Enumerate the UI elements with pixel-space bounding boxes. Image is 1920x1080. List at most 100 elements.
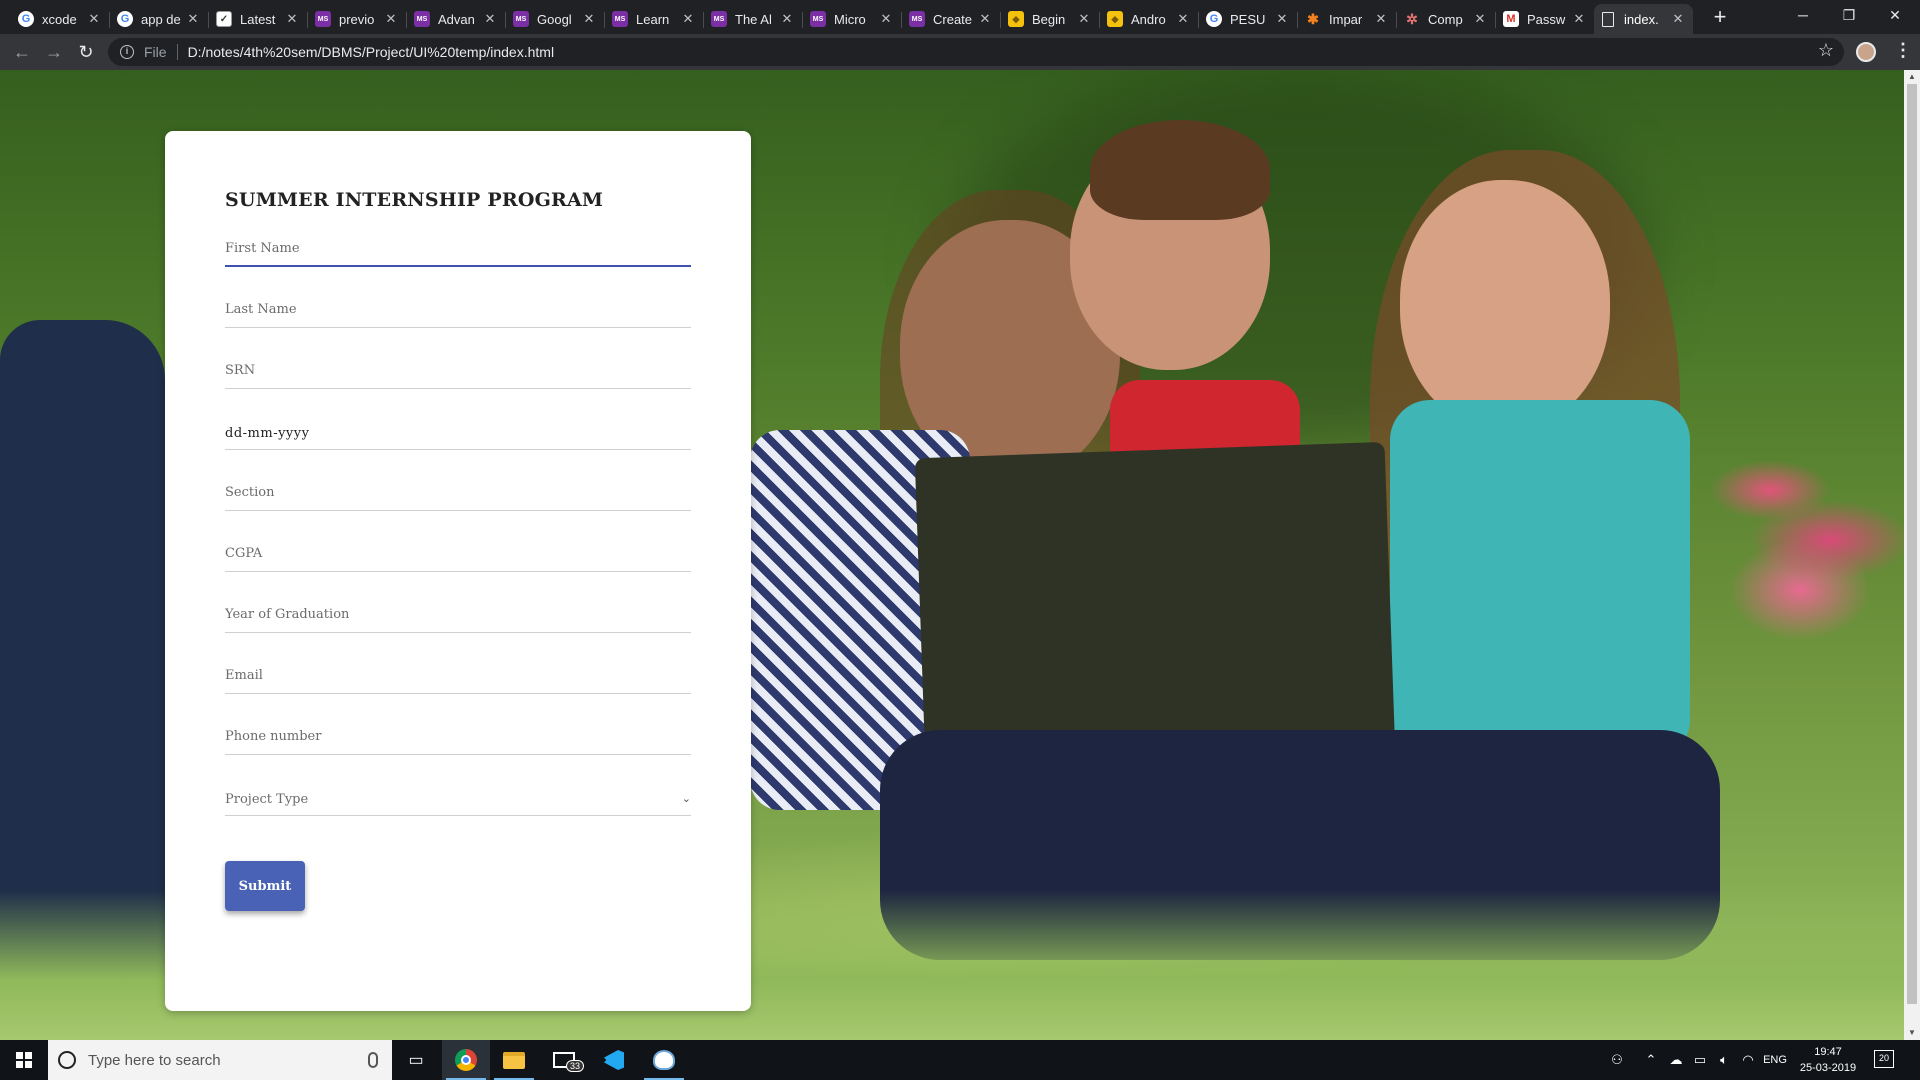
browser-tab[interactable]: Gxcode ✕ xyxy=(10,4,109,34)
clock-date: 25-03-2019 xyxy=(1799,1062,1857,1074)
browser-tab[interactable]: MS Learn ✕ xyxy=(604,4,703,34)
browser-tab[interactable]: Gapp de ✕ xyxy=(109,4,208,34)
close-icon[interactable]: ✕ xyxy=(780,11,794,27)
page-scrollbar[interactable]: ▲ ▼ xyxy=(1904,70,1920,1040)
ms-icon: MS xyxy=(315,11,331,27)
taskbar-search-box[interactable]: Type here to search xyxy=(48,1040,392,1080)
volume-icon[interactable]: 🔈︎ xyxy=(1712,1040,1736,1080)
email-input[interactable] xyxy=(225,658,691,694)
close-icon[interactable]: ✕ xyxy=(978,11,992,27)
close-icon[interactable]: ✕ xyxy=(186,11,200,27)
browser-tab[interactable]: ◆ Begin ✕ xyxy=(1000,4,1099,34)
onedrive-icon[interactable]: ☁ xyxy=(1664,1040,1688,1080)
language-indicator[interactable]: ENG xyxy=(1760,1040,1790,1080)
project-type-select[interactable]: Project Type ⌄ xyxy=(225,780,691,816)
taskbar-chrome[interactable] xyxy=(442,1040,490,1080)
scroll-down-arrow-icon[interactable]: ▼ xyxy=(1904,1026,1920,1040)
phone-input[interactable] xyxy=(225,719,691,755)
browser-tab[interactable]: G PESU ✕ xyxy=(1198,4,1297,34)
close-icon[interactable]: ✕ xyxy=(582,11,596,27)
srn-input[interactable] xyxy=(225,353,691,389)
mail-badge: 33 xyxy=(566,1060,585,1072)
tab-title: Passw xyxy=(1527,11,1566,27)
url-text[interactable]: D:/notes/4th%20sem/DBMS/Project/UI%20tem… xyxy=(188,44,555,60)
close-icon[interactable]: ✕ xyxy=(681,11,695,27)
profile-avatar[interactable] xyxy=(1856,42,1876,62)
browser-tab-active[interactable]: index. ✕ xyxy=(1594,4,1693,34)
tab-title: PESU xyxy=(1230,11,1266,27)
browser-tab[interactable]: MS Advan ✕ xyxy=(406,4,505,34)
graduation-year-input[interactable] xyxy=(225,597,691,633)
close-icon[interactable]: ✕ xyxy=(1077,11,1091,27)
browser-tab[interactable]: MS Googl ✕ xyxy=(505,4,604,34)
close-icon[interactable]: ✕ xyxy=(1374,11,1388,27)
browser-tab[interactable]: MS Create ✕ xyxy=(901,4,1000,34)
ms-icon: MS xyxy=(711,11,727,27)
close-icon[interactable]: ✕ xyxy=(1572,11,1586,27)
reload-button[interactable]: ↻ xyxy=(74,40,98,64)
cgpa-input[interactable] xyxy=(225,536,691,572)
bookmark-star-icon[interactable]: ☆ xyxy=(1818,40,1834,61)
task-view-icon: ▭ xyxy=(408,1052,424,1069)
ms-icon: MS xyxy=(909,11,925,27)
close-icon[interactable]: ✕ xyxy=(285,11,299,27)
close-icon[interactable]: ✕ xyxy=(384,11,398,27)
info-icon[interactable]: i xyxy=(120,45,134,59)
taskbar-file-explorer[interactable] xyxy=(490,1040,538,1080)
task-view-button[interactable]: ▭ xyxy=(392,1040,440,1080)
yellow-square-icon: ◆ xyxy=(1008,11,1024,27)
microphone-icon[interactable] xyxy=(368,1052,378,1068)
close-icon[interactable]: ✕ xyxy=(879,11,893,27)
close-icon[interactable]: ✕ xyxy=(87,11,101,27)
taskbar-vscode[interactable] xyxy=(590,1040,638,1080)
ms-icon: MS xyxy=(612,11,628,27)
date-of-birth-input[interactable]: dd-mm-yyyy xyxy=(225,414,691,450)
close-icon[interactable]: ✕ xyxy=(483,11,497,27)
people-icon[interactable]: ⚇ xyxy=(1604,1040,1630,1080)
close-icon[interactable]: ✕ xyxy=(1473,11,1487,27)
browser-tab[interactable]: MS Micro ✕ xyxy=(802,4,901,34)
battery-icon[interactable]: ▭ xyxy=(1688,1040,1712,1080)
restore-window-button[interactable]: ❐ xyxy=(1826,0,1872,30)
address-bar[interactable]: i File D:/notes/4th%20sem/DBMS/Project/U… xyxy=(108,38,1844,66)
first-name-input[interactable] xyxy=(225,231,691,267)
browser-tab[interactable]: M Passw ✕ xyxy=(1495,4,1594,34)
browser-tab[interactable]: MS previo ✕ xyxy=(307,4,406,34)
scroll-up-arrow-icon[interactable]: ▲ xyxy=(1904,70,1920,84)
star-burst-icon: ✱ xyxy=(1307,10,1319,27)
wifi-icon[interactable]: ◠ xyxy=(1736,1040,1760,1080)
browser-toolbar: ← → ↻ i File D:/notes/4th%20sem/DBMS/Pro… xyxy=(0,34,1920,70)
chevron-down-icon: ⌄ xyxy=(681,792,691,805)
close-icon[interactable]: ✕ xyxy=(1671,11,1685,27)
tab-title: Andro xyxy=(1131,11,1166,27)
system-clock[interactable]: 19:47 25-03-2019 xyxy=(1788,1044,1868,1076)
forward-button[interactable]: → xyxy=(42,40,66,64)
browser-tab[interactable]: ◆ Andro ✕ xyxy=(1099,4,1198,34)
chevron-up-icon[interactable]: ⌃ xyxy=(1640,1040,1662,1080)
cortana-icon xyxy=(58,1051,76,1069)
back-button[interactable]: ← xyxy=(10,40,34,64)
close-icon[interactable]: ✕ xyxy=(1176,11,1190,27)
tab-title: The Al xyxy=(735,11,772,27)
tab-title: Learn xyxy=(636,11,670,27)
last-name-input[interactable] xyxy=(225,292,691,328)
close-window-button[interactable]: ✕ xyxy=(1872,0,1918,30)
new-tab-button[interactable]: + xyxy=(1708,6,1732,30)
section-input[interactable] xyxy=(225,475,691,511)
browser-tab[interactable]: ✱ Impar ✕ xyxy=(1297,4,1396,34)
browser-tab[interactable]: ✲ Comp ✕ xyxy=(1396,4,1495,34)
browser-tab[interactable]: ✓ Latest ✕ xyxy=(208,4,307,34)
taskbar-paint[interactable] xyxy=(640,1040,688,1080)
background-teal-top xyxy=(1390,400,1690,760)
taskbar-mail[interactable]: 33 xyxy=(540,1040,588,1080)
notification-center-icon[interactable]: 20 xyxy=(1874,1050,1894,1068)
browser-tab[interactable]: MS The Al ✕ xyxy=(703,4,802,34)
submit-button[interactable]: Submit xyxy=(225,861,305,911)
close-icon[interactable]: ✕ xyxy=(1275,11,1289,27)
ms-icon: MS xyxy=(810,11,826,27)
menu-icon[interactable]: ⋮ xyxy=(1894,40,1912,61)
start-button[interactable] xyxy=(0,1040,48,1080)
minimize-window-button[interactable]: ─ xyxy=(1780,0,1826,30)
scrollbar-thumb[interactable] xyxy=(1907,84,1917,1004)
clock-time: 19:47 xyxy=(1814,1046,1842,1058)
